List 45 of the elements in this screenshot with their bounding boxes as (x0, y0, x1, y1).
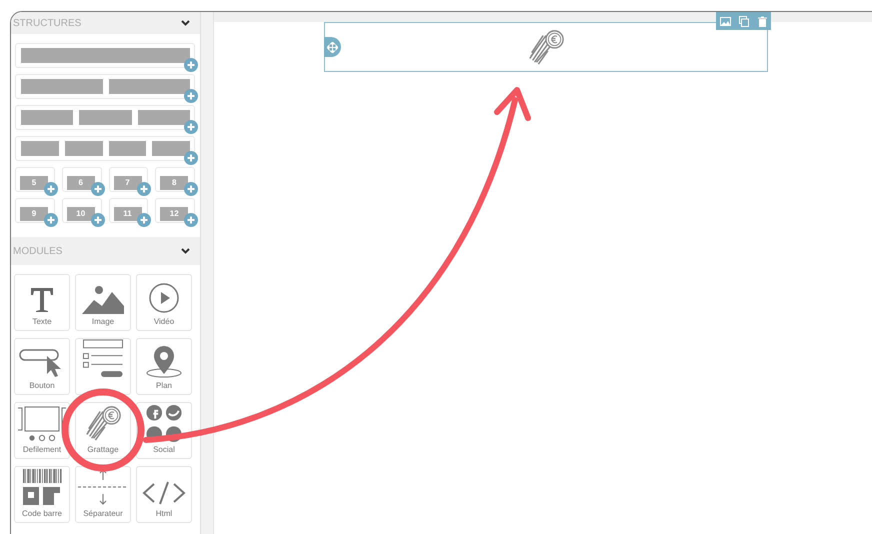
module-tile[interactable]: Defilement (14, 402, 70, 459)
image-icon[interactable] (720, 16, 732, 26)
module-tile[interactable]: Séparateur (75, 466, 131, 523)
trash-icon[interactable] (758, 16, 767, 26)
copy-icon[interactable] (739, 16, 750, 26)
module-tile[interactable]: Html (136, 466, 192, 523)
add-icon[interactable] (90, 213, 104, 227)
add-icon[interactable] (184, 89, 198, 103)
move-handle[interactable] (324, 37, 341, 57)
module-tile[interactable] (75, 338, 131, 395)
chevron-icon[interactable] (181, 20, 190, 26)
add-icon[interactable] (184, 151, 198, 165)
form-icon (81, 339, 125, 378)
letter-t-icon (29, 286, 55, 314)
add-icon[interactable] (184, 213, 198, 227)
add-icon[interactable] (184, 182, 198, 196)
code-icon (142, 480, 186, 506)
add-icon[interactable] (137, 182, 152, 196)
module-tile[interactable]: Bouton (14, 338, 70, 395)
barcode-icon (22, 468, 62, 506)
scrollbar[interactable] (201, 12, 214, 534)
carousel-icon (17, 406, 67, 442)
module-tile[interactable]: Image (75, 274, 131, 331)
section-title: STRUCTURES (13, 18, 82, 28)
add-icon[interactable] (44, 182, 58, 196)
add-icon[interactable] (137, 213, 152, 227)
scratch-icon (84, 404, 122, 442)
module-tile[interactable]: Social (136, 402, 192, 459)
map-pin-icon (144, 346, 184, 378)
module-tile[interactable]: Grattage (75, 402, 131, 459)
add-icon[interactable] (184, 58, 198, 72)
section-title: MODULES (13, 246, 62, 256)
social-icons-icon (144, 403, 184, 442)
module-tile[interactable]: Code barre (14, 466, 70, 523)
module-tile[interactable]: Vidéo (136, 274, 192, 331)
play-icon (148, 282, 180, 314)
module-tile[interactable]: Plan (136, 338, 192, 395)
module-tile[interactable]: Texte (14, 274, 70, 331)
chevron-icon[interactable] (181, 248, 190, 254)
move-icon (327, 42, 338, 52)
add-icon[interactable] (184, 120, 198, 134)
image-icon (82, 284, 124, 314)
scratch-icon (527, 28, 565, 66)
add-icon[interactable] (90, 182, 104, 196)
add-icon[interactable] (44, 213, 58, 227)
